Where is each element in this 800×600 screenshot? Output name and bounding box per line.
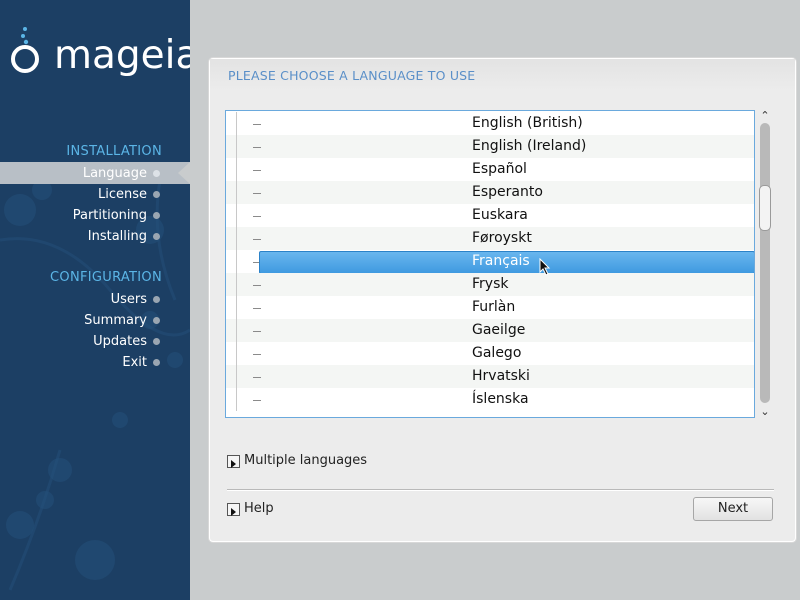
section-title-configuration: CONFIGURATION [50, 270, 162, 285]
language-list-item[interactable]: Euskara [226, 204, 754, 227]
language-label: Føroyskt [472, 230, 532, 246]
scroll-up-arrow-icon[interactable]: ⌃ [757, 110, 773, 122]
tree-branch [253, 354, 261, 355]
language-list-item[interactable]: Frysk [226, 273, 754, 296]
step-exit-dot [153, 359, 160, 366]
scroll-down-arrow-icon[interactable]: ⌄ [757, 406, 773, 418]
step-installing-dot [153, 233, 160, 240]
step-partitioning-dot [153, 212, 160, 219]
language-list-item[interactable]: English (British) [226, 112, 754, 135]
tree-branch [253, 124, 261, 125]
language-list-item[interactable]: Furlàn [226, 296, 754, 319]
scroll-track[interactable] [759, 123, 771, 403]
panel-header: PLEASE CHOOSE A LANGUAGE TO USE [210, 59, 795, 91]
tree-branch [253, 331, 261, 332]
tree-branch [253, 285, 261, 286]
mageia-logo: mageia [10, 26, 190, 86]
step-exit: Exit [122, 355, 147, 370]
step-users: Users [110, 292, 147, 307]
language-list-scrollbar[interactable]: ⌃ ⌄ [757, 110, 773, 418]
mageia-cauldron-icon [11, 27, 39, 73]
tree-line [236, 296, 237, 319]
language-label: Français [472, 253, 530, 269]
tree-branch [253, 147, 261, 148]
language-list-item[interactable]: Hrvatski [226, 365, 754, 388]
step-language: Language [82, 166, 147, 181]
language-label: Gaeilge [472, 322, 526, 338]
tree-branch [253, 377, 261, 378]
tree-line [236, 342, 237, 365]
language-list-item[interactable]: Esperanto [226, 181, 754, 204]
step-summary: Summary [84, 313, 147, 328]
panel-title: PLEASE CHOOSE A LANGUAGE TO USE [228, 68, 476, 83]
step-updates: Updates [93, 334, 147, 349]
language-label: English (Ireland) [472, 138, 587, 154]
section-title-installation: INSTALLATION [66, 144, 162, 159]
tree-branch [253, 400, 261, 401]
tree-line [236, 388, 237, 411]
language-list-item[interactable]: Føroyskt [226, 227, 754, 250]
multiple-languages-expander[interactable]: Multiple languages [227, 453, 387, 469]
mouse-cursor-icon [539, 258, 551, 276]
tree-line [236, 319, 237, 342]
language-label: Galego [472, 345, 522, 361]
step-summary-dot [153, 317, 160, 324]
language-label: Hrvatski [472, 368, 530, 384]
help-expander[interactable]: Help [227, 501, 287, 517]
language-list-item[interactable]: Galego [226, 342, 754, 365]
language-list-item[interactable]: English (Ireland) [226, 135, 754, 158]
language-list-item[interactable]: Íslenska [226, 388, 754, 411]
language-list-item[interactable]: Español [226, 158, 754, 181]
language-label: Español [472, 161, 527, 177]
tree-line [236, 204, 237, 227]
expander-triangle-icon [227, 455, 240, 468]
tree-branch [253, 216, 261, 217]
tree-branch [253, 308, 261, 309]
scroll-thumb[interactable] [759, 185, 771, 231]
tree-line [236, 135, 237, 158]
tree-line [236, 158, 237, 181]
multiple-languages-label: Multiple languages [244, 453, 368, 468]
tree-branch [253, 239, 261, 240]
language-list-item[interactable]: Français [226, 250, 754, 274]
tree-line [236, 112, 237, 135]
tree-line [236, 273, 237, 296]
button-divider [227, 489, 774, 490]
tree-line [236, 181, 237, 204]
language-label: Frysk [472, 276, 509, 292]
tree-line [236, 365, 237, 388]
sidebar: mageia INSTALLATION Language License Par… [0, 0, 190, 600]
step-license: License [97, 187, 147, 202]
active-step-arrow [178, 162, 190, 184]
step-users-dot [153, 296, 160, 303]
tree-branch [253, 170, 261, 171]
step-license-dot [153, 191, 160, 198]
tree-line [236, 227, 237, 250]
language-label: English (British) [472, 115, 583, 131]
help-label: Help [244, 501, 274, 516]
language-label: Euskara [472, 207, 528, 223]
next-button[interactable]: Next [693, 497, 773, 521]
language-list-item[interactable]: Gaeilge [226, 319, 754, 342]
language-label: Íslenska [472, 391, 529, 407]
tree-line [236, 250, 237, 273]
language-label: Furlàn [472, 299, 516, 315]
step-language-dot [153, 170, 160, 177]
logo-text: mageia [54, 33, 190, 78]
tree-branch [253, 193, 261, 194]
step-partitioning: Partitioning [72, 208, 147, 223]
language-list[interactable]: English (British) English (Ireland) Españo… [225, 110, 755, 418]
step-updates-dot [153, 338, 160, 345]
help-triangle-icon [227, 503, 240, 516]
step-installing: Installing [87, 229, 147, 244]
language-label: Esperanto [472, 184, 543, 200]
